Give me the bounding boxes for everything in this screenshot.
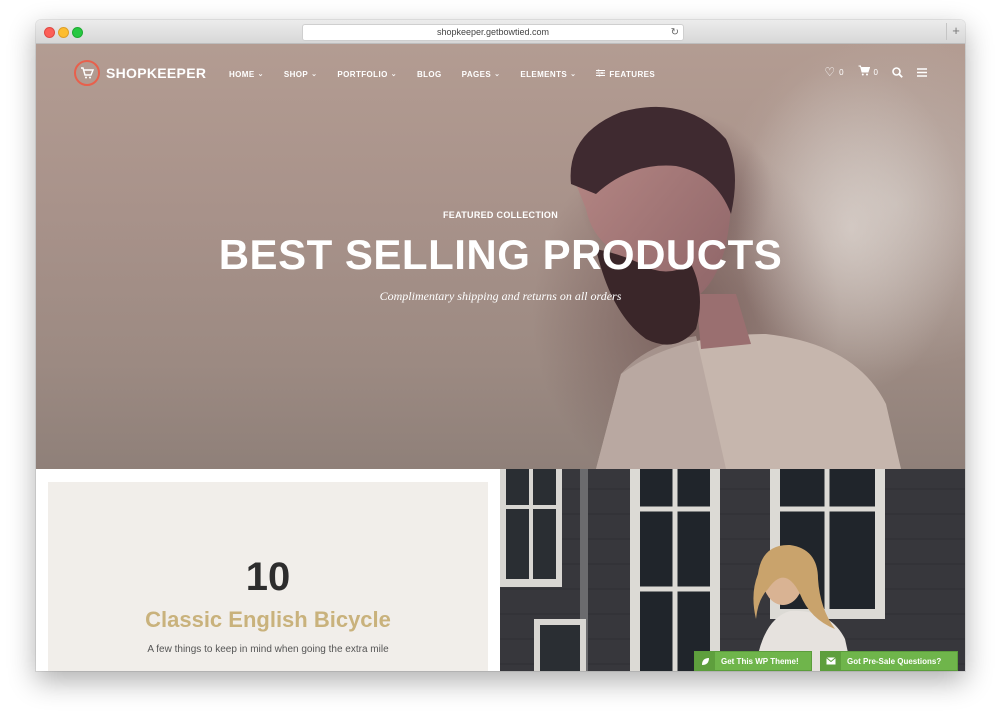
feature-card[interactable]: 10 Classic English Bicycle A few things … <box>36 469 500 671</box>
cart-logo-icon <box>74 60 100 86</box>
header-actions: ♡ 0 0 <box>810 65 927 79</box>
browser-window: shopkeeper.getbowtied.com ↻ + SHOPKEEPER… <box>36 20 965 671</box>
cart-count: 0 <box>873 67 878 77</box>
hero-subtitle: Complimentary shipping and returns on al… <box>379 289 622 303</box>
browser-titlebar: shopkeeper.getbowtied.com ↻ + <box>36 20 965 44</box>
presale-questions-button[interactable]: Got Pre-Sale Questions? <box>820 651 958 671</box>
wishlist-button[interactable]: ♡ 0 <box>824 65 843 79</box>
chevron-down-icon: ⌄ <box>257 71 264 78</box>
leaf-icon <box>695 652 715 670</box>
url-text: shopkeeper.getbowtied.com <box>436 27 550 37</box>
cart-icon <box>858 65 870 79</box>
search-button[interactable] <box>892 66 903 78</box>
mail-icon <box>821 652 841 670</box>
feature-card-title[interactable]: Classic English Bicycle <box>48 607 488 633</box>
nav-home[interactable]: HOME ⌄ <box>229 69 264 79</box>
nav-features[interactable]: FEATURES <box>596 69 655 79</box>
nav-shop-label: SHOP <box>283 69 309 79</box>
menu-button[interactable] <box>917 67 927 77</box>
brick-building-image <box>500 469 965 671</box>
feature-card-number: 10 <box>245 555 291 599</box>
nav-portfolio[interactable]: PORTFOLIO ⌄ <box>337 69 397 79</box>
nav-features-label: FEATURES <box>609 69 656 79</box>
feature-card-panel: 10 Classic English Bicycle A few things … <box>48 482 488 671</box>
nav-blog-label: BLOG <box>416 69 442 79</box>
features-sliders-icon <box>596 69 606 79</box>
chevron-down-icon: ⌄ <box>570 71 577 78</box>
nav-pages-label: PAGES <box>461 69 492 79</box>
heart-icon: ♡ <box>824 65 836 79</box>
get-theme-button[interactable]: Get This WP Theme! <box>694 651 812 671</box>
menu-icon <box>917 67 927 77</box>
cart-button[interactable]: 0 <box>858 65 878 79</box>
get-theme-label: Get This WP Theme! <box>721 656 799 666</box>
lifestyle-photo[interactable] <box>500 469 965 671</box>
zoom-window-button[interactable] <box>72 27 83 38</box>
chevron-down-icon: ⌄ <box>311 71 318 78</box>
nav-pages[interactable]: PAGES ⌄ <box>462 69 501 79</box>
hero-headline: BEST SELLING PRODUCTS <box>218 231 783 278</box>
wishlist-count: 0 <box>839 67 844 77</box>
address-bar[interactable]: shopkeeper.getbowtied.com ↻ <box>302 24 684 41</box>
reload-icon[interactable]: ↻ <box>671 25 679 40</box>
nav-elements-label: ELEMENTS <box>520 69 568 79</box>
minimize-window-button[interactable] <box>58 27 69 38</box>
feature-card-subtitle: A few things to keep in mind when going … <box>147 644 389 655</box>
chevron-down-icon: ⌄ <box>494 71 501 78</box>
presale-label: Got Pre-Sale Questions? <box>847 656 942 666</box>
logo-text: SHOPKEEPER <box>106 65 207 81</box>
new-tab-button[interactable]: + <box>946 23 965 40</box>
search-icon <box>892 66 903 78</box>
nav-home-label: HOME <box>229 69 255 79</box>
nav-blog[interactable]: BLOG <box>417 69 442 79</box>
main-nav: HOME ⌄ SHOP ⌄ PORTFOLIO ⌄ BLOG PAGES ⌄ ELEME… <box>229 69 675 79</box>
nav-elements[interactable]: ELEMENTS ⌄ <box>520 69 576 79</box>
nav-portfolio-label: PORTFOLIO <box>337 69 388 79</box>
hero-eyebrow: FEATURED COLLECTION <box>442 210 559 220</box>
chevron-down-icon: ⌄ <box>390 71 397 78</box>
site-logo[interactable]: SHOPKEEPER <box>74 60 206 86</box>
nav-shop[interactable]: SHOP ⌄ <box>284 69 318 79</box>
hero-banner: SHOPKEEPER HOME ⌄ SHOP ⌄ PORTFOLIO ⌄ BLOG P… <box>36 44 965 469</box>
close-window-button[interactable] <box>44 27 55 38</box>
